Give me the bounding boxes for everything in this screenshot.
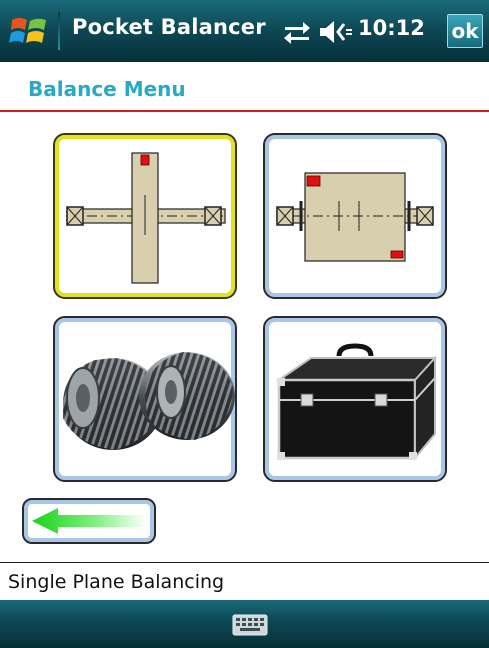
- back-button[interactable]: [22, 498, 156, 544]
- toolcase-icon: [275, 343, 438, 461]
- status-divider: [0, 562, 489, 563]
- clock[interactable]: 10:12: [358, 16, 425, 40]
- title-divider: [58, 12, 60, 50]
- status-text: Single Plane Balancing: [8, 571, 225, 593]
- windows-start-icon[interactable]: [9, 11, 49, 51]
- keyboard-icon[interactable]: [232, 614, 268, 636]
- ok-button[interactable]: ok: [447, 14, 483, 48]
- bottom-bar: [0, 600, 489, 648]
- toolcase-tile[interactable]: [263, 316, 447, 482]
- header-divider: [0, 110, 489, 112]
- connectivity-icon[interactable]: [283, 20, 311, 44]
- page-title: Balance Menu: [28, 77, 186, 101]
- back-arrow-icon: [32, 508, 146, 534]
- app-title: Pocket Balancer: [72, 15, 266, 39]
- two-plane-rotor-icon: [276, 172, 434, 262]
- volume-icon[interactable]: [318, 19, 354, 45]
- single-plane-rotor-icon: [66, 152, 226, 284]
- two-plane-balancing-tile[interactable]: [263, 133, 447, 299]
- title-bar: Pocket Balancer 10:12 ok: [0, 0, 489, 62]
- gears-tile[interactable]: [53, 316, 237, 482]
- single-plane-balancing-tile[interactable]: [53, 133, 237, 299]
- gears-icon: [63, 352, 235, 450]
